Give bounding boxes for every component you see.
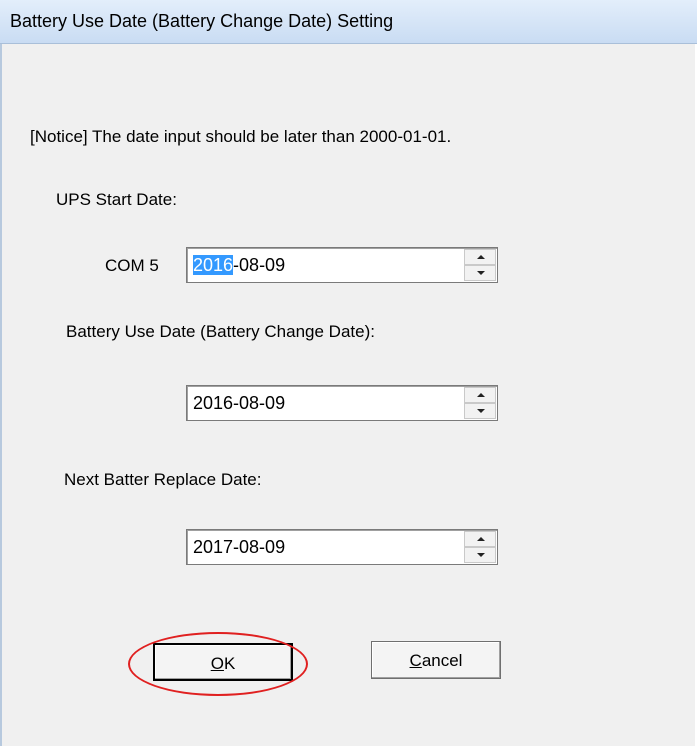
next-replace-date-label: Next Batter Replace Date: bbox=[64, 470, 262, 489]
selected-year-segment[interactable]: 2016 bbox=[193, 255, 234, 275]
notice-text: [Notice] The date input should be later … bbox=[30, 127, 452, 146]
spin-down-button[interactable] bbox=[464, 547, 496, 563]
cancel-label-rest: ancel bbox=[421, 651, 463, 670]
cancel-accelerator: C bbox=[409, 651, 422, 670]
arrow-up-icon bbox=[477, 393, 485, 397]
spin-down-button[interactable] bbox=[464, 265, 496, 281]
battery-use-date-label: Battery Use Date (Battery Change Date): bbox=[66, 322, 375, 341]
battery-use-date-picker[interactable]: 2016-08-09 bbox=[186, 385, 498, 421]
next-replace-date-picker[interactable]: 2017-08-09 bbox=[186, 529, 498, 565]
com-port-label: COM 5 bbox=[105, 256, 159, 275]
arrow-down-icon bbox=[477, 409, 485, 413]
battery-use-date-value[interactable]: 2016-08-09 bbox=[193, 393, 285, 414]
arrow-down-icon bbox=[477, 271, 485, 275]
ups-start-date-label: UPS Start Date: bbox=[56, 190, 177, 209]
cancel-button-label: Cancel bbox=[372, 651, 500, 671]
spin-up-button[interactable] bbox=[464, 249, 496, 265]
ups-start-date-picker[interactable]: 2016-08-09 bbox=[186, 247, 498, 283]
spin-up-button[interactable] bbox=[464, 387, 496, 403]
spin-buttons bbox=[464, 531, 496, 563]
arrow-up-icon bbox=[477, 255, 485, 259]
ok-accelerator: O bbox=[210, 654, 224, 673]
spin-buttons bbox=[464, 387, 496, 419]
ups-start-date-value[interactable]: 2016-08-09 bbox=[193, 255, 285, 276]
title-bar[interactable]: Battery Use Date (Battery Change Date) S… bbox=[0, 0, 697, 44]
ok-label-rest: K bbox=[223, 654, 236, 673]
arrow-down-icon bbox=[477, 553, 485, 557]
window-title: Battery Use Date (Battery Change Date) S… bbox=[10, 11, 394, 31]
dialog-window: Battery Use Date (Battery Change Date) S… bbox=[0, 0, 697, 746]
ok-button-label: OK bbox=[155, 654, 291, 674]
ok-button[interactable]: OK bbox=[153, 643, 293, 681]
arrow-up-icon bbox=[477, 537, 485, 541]
spin-up-button[interactable] bbox=[464, 531, 496, 547]
date-rest-segment[interactable]: -08-09 bbox=[233, 255, 285, 275]
cancel-button[interactable]: Cancel bbox=[371, 641, 501, 679]
spin-buttons bbox=[464, 249, 496, 281]
next-replace-date-value[interactable]: 2017-08-09 bbox=[193, 537, 285, 558]
spin-down-button[interactable] bbox=[464, 403, 496, 419]
